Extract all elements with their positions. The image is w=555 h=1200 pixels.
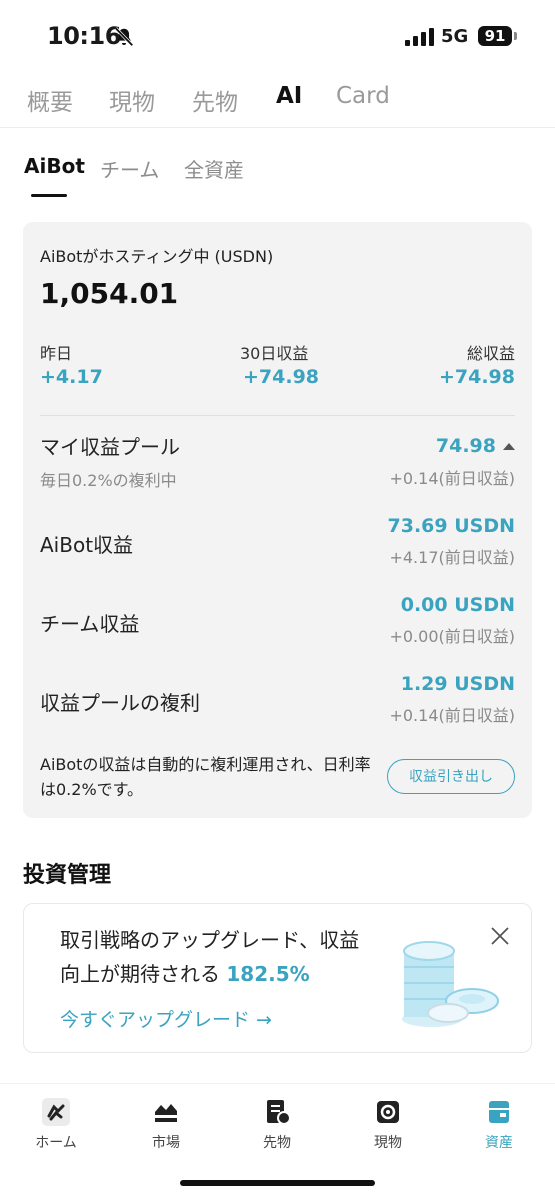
tab-ai[interactable]: AI xyxy=(276,83,302,109)
battery-nub xyxy=(514,32,517,40)
subtab-team[interactable]: チーム xyxy=(100,154,159,183)
compound-note: AiBotの収益は自動的に複利運用され、日利率は0.2%です。 xyxy=(40,755,371,799)
pool-value[interactable]: 74.98 xyxy=(436,435,496,457)
bell-muted-icon xyxy=(114,27,134,47)
investment-title: 投資管理 xyxy=(23,863,112,888)
aibot-summary-card: AiBotがホスティング中 (USDN) 1,054.01 昨日 +4.17 3… xyxy=(23,222,532,818)
stat-30d-label: 30日収益 xyxy=(240,344,309,363)
status-bar: 10:16 5G 91 xyxy=(0,0,555,70)
nav-spot-label: 現物 xyxy=(374,1135,402,1151)
caret-up-icon[interactable] xyxy=(503,443,515,450)
tab-overview[interactable]: 概要 xyxy=(27,83,73,117)
network-type: 5G xyxy=(441,26,469,47)
hosting-total: 1,054.01 xyxy=(40,277,179,310)
signal-icon xyxy=(405,28,434,46)
status-time: 10:16 xyxy=(47,22,121,50)
promo-message: 取引戦略のアップグレード、収益向上が期待される xyxy=(60,928,360,986)
pool-compound-title: 収益プールの複利 xyxy=(40,691,200,715)
team-earnings-prev: +0.00(前日収益) xyxy=(389,627,515,646)
pool-compound-prev: +0.14(前日収益) xyxy=(389,706,515,725)
top-tabs: 概要 現物 先物 AI Card xyxy=(0,80,555,128)
home-indicator xyxy=(180,1180,375,1186)
spot-icon xyxy=(377,1101,399,1123)
market-icon xyxy=(155,1104,177,1122)
stat-yesterday-label: 昨日 xyxy=(40,344,73,363)
nav-home[interactable]: ホーム xyxy=(16,1098,96,1152)
stat-yesterday-value: +4.17 xyxy=(40,366,103,388)
nav-market-label: 市場 xyxy=(152,1135,180,1151)
divider xyxy=(40,415,515,416)
tab-futures[interactable]: 先物 xyxy=(192,83,238,117)
nav-futures-label: 先物 xyxy=(263,1135,291,1151)
coin-stack-icon xyxy=(402,941,499,1027)
tab-spot[interactable]: 現物 xyxy=(109,83,155,117)
nav-spot[interactable]: 現物 xyxy=(348,1098,428,1152)
team-earnings-title: チーム収益 xyxy=(40,612,140,636)
withdraw-button[interactable]: 収益引き出し xyxy=(387,759,515,794)
assets-icon xyxy=(489,1101,509,1123)
upgrade-promo-card[interactable]: 取引戦略のアップグレード、収益向上が期待される 182.5% 今すぐアップグレー… xyxy=(23,903,532,1053)
promo-text: 取引戦略のアップグレード、収益向上が期待される 182.5% xyxy=(60,923,360,991)
pool-subtitle: 毎日0.2%の複利中 xyxy=(40,471,177,490)
battery-icon: 91 xyxy=(478,26,512,46)
aibot-earnings-title: AiBot収益 xyxy=(40,533,134,557)
aibot-earnings-prev: +4.17(前日収益) xyxy=(389,548,515,567)
upgrade-link[interactable]: 今すぐアップグレード → xyxy=(60,1005,272,1032)
promo-rate: 182.5% xyxy=(226,962,310,986)
aibot-earnings-value: 73.69 USDN xyxy=(387,515,516,537)
sub-tabs: AiBot チーム 全資産 xyxy=(0,150,555,200)
stat-total-value: +74.98 xyxy=(438,366,515,388)
subtab-aibot[interactable]: AiBot xyxy=(24,154,85,178)
tab-card[interactable]: Card xyxy=(336,83,390,109)
stat-total-label: 総収益 xyxy=(466,344,515,363)
team-earnings-value: 0.00 USDN xyxy=(400,594,515,616)
stat-30d-value: +74.98 xyxy=(243,366,320,388)
pool-compound-value: 1.29 USDN xyxy=(400,673,515,695)
subtab-all-assets[interactable]: 全資産 xyxy=(184,154,244,183)
nav-assets-label: 資産 xyxy=(485,1135,513,1151)
active-tab-underline xyxy=(31,194,67,197)
futures-icon xyxy=(267,1100,291,1125)
nav-assets[interactable]: 資産 xyxy=(459,1098,539,1152)
pool-prev: +0.14(前日収益) xyxy=(389,469,515,488)
nav-home-label: ホーム xyxy=(35,1135,77,1151)
nav-futures[interactable]: 先物 xyxy=(237,1098,317,1152)
home-logo-icon xyxy=(42,1098,70,1126)
nav-market[interactable]: 市場 xyxy=(126,1098,206,1152)
hosting-label: AiBotがホスティング中 (USDN) xyxy=(40,247,274,266)
pool-title: マイ収益プール xyxy=(40,435,180,459)
